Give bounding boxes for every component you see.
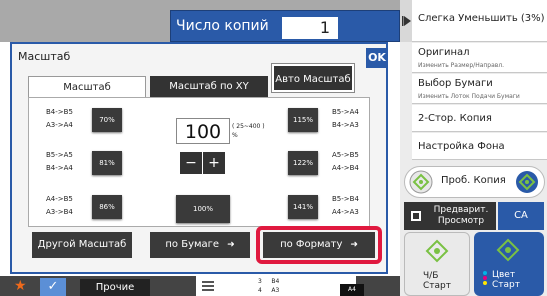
preset-label: B5->A4 B4->A3: [332, 108, 359, 129]
preset-label: B5->A5 B4->A4: [46, 151, 73, 172]
right-item-paper-select[interactable]: Выбор Бумаги Изменить Лоток Подачи Бумаг…: [412, 74, 547, 104]
check-icon[interactable]: ✓: [40, 278, 66, 296]
preview-icon: [411, 211, 421, 221]
by-paper-label: по Бумаге: [165, 239, 220, 250]
right-item-label: Настройка Фона: [418, 141, 505, 152]
color-start-button[interactable]: Цвет Старт: [474, 232, 544, 296]
other-scale-button[interactable]: Другой Масштаб: [32, 232, 132, 258]
ok-button[interactable]: OK: [366, 48, 388, 68]
paper-row: 3 B4: [258, 278, 280, 285]
right-item-original[interactable]: Оригинал Изменить Размер/Направл.: [412, 43, 547, 73]
preset-115-button[interactable]: 115%: [288, 108, 318, 132]
right-item-label: Выбор Бумаги: [418, 78, 493, 89]
preset-81-button[interactable]: 81%: [92, 151, 122, 175]
proof-color-icon: [516, 171, 538, 193]
preview-label: Предварит. Просмотр: [433, 205, 489, 226]
paper-row: 4 A3: [258, 287, 280, 294]
color-start-icon: [496, 238, 520, 262]
preset-100-button[interactable]: 100%: [176, 195, 230, 223]
preset-label: B5->B4 A4->A3: [332, 195, 359, 216]
preset-label: B4->B5 A3->A4: [46, 108, 73, 129]
preset-141-button[interactable]: 141%: [288, 195, 318, 219]
minus-button[interactable]: −: [180, 152, 202, 174]
tab-scale[interactable]: Масштаб: [28, 76, 146, 98]
color-start-label: Цвет Старт: [492, 270, 520, 290]
ratio-range-label: ( 25~400 )%: [232, 123, 265, 139]
preset-label: A5->B5 A4->B4: [332, 151, 359, 172]
preset-label: A4->B5 A3->B4: [46, 195, 73, 216]
copies-input[interactable]: 1: [282, 17, 338, 39]
star-icon[interactable]: ★: [14, 278, 27, 294]
preset-86-button[interactable]: 86%: [92, 195, 122, 219]
more-button[interactable]: Прочие: [80, 279, 150, 296]
right-item-background[interactable]: Настройка Фона: [412, 133, 547, 160]
clear-all-button[interactable]: CA: [498, 202, 544, 230]
preset-122-button[interactable]: 122%: [288, 151, 318, 175]
right-item-label: 2-Стор. Копия: [418, 113, 492, 124]
auto-scale-button[interactable]: Авто Масштаб: [272, 64, 354, 92]
paper-size-badge: A4: [340, 284, 364, 296]
tray-icon: [202, 281, 214, 291]
right-item-sublabel: Изменить Размер/Направл.: [418, 62, 505, 69]
by-paper-button[interactable]: по Бумаге ➜: [150, 232, 250, 258]
right-item-sublabel: Изменить Лоток Подачи Бумаги: [418, 93, 520, 100]
proof-icon: [409, 170, 433, 194]
preset-70-button[interactable]: 70%: [92, 108, 122, 132]
proof-copy-button[interactable]: Проб. Копия: [404, 166, 545, 198]
bw-start-label: Ч/Б Старт: [423, 271, 451, 291]
right-item-duplex[interactable]: 2-Стор. Копия: [412, 105, 547, 132]
dialog-title: Масштаб: [18, 50, 71, 63]
ratio-input[interactable]: 100: [176, 118, 230, 144]
right-item-label: Оригинал: [418, 47, 470, 58]
right-item-label: Слегка Уменьшить (3%): [418, 13, 545, 24]
play-icon[interactable]: [402, 15, 412, 27]
copies-label: Число копий: [176, 18, 269, 34]
preview-button[interactable]: Предварит. Просмотр: [404, 202, 496, 230]
highlight-frame: [256, 226, 382, 264]
right-item-slight-reduce[interactable]: Слегка Уменьшить (3%): [412, 0, 547, 42]
tab-scale-xy[interactable]: Масштаб по XY: [150, 76, 268, 98]
arrow-right-icon: ➜: [227, 240, 235, 250]
proof-copy-label: Проб. Копия: [441, 175, 506, 186]
bw-start-icon: [425, 239, 449, 263]
plus-button[interactable]: +: [203, 152, 225, 174]
bw-start-button[interactable]: Ч/Б Старт: [404, 232, 470, 296]
